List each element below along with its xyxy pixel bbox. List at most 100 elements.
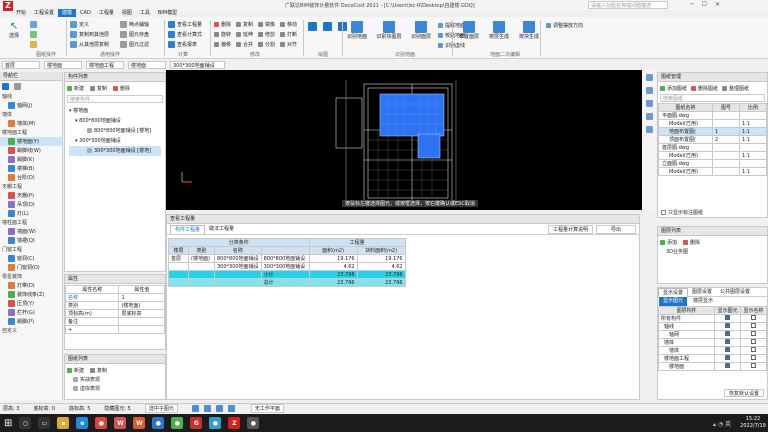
- lock-drawing-button[interactable]: [30, 40, 39, 48]
- explorer-icon[interactable]: ▪: [57, 417, 70, 429]
- show-element-checkbox[interactable]: [725, 315, 731, 320]
- table-row[interactable]: 小计 23.796 23.796: [168, 270, 406, 279]
- two-point-axis-button[interactable]: 两点辅轴: [120, 20, 149, 28]
- nav-item[interactable]: 墙裙(Q): [0, 236, 62, 245]
- floor-area-300[interactable]: [417, 133, 441, 159]
- display-row[interactable]: 所有构件: [657, 314, 767, 323]
- app-icon[interactable]: ●: [152, 417, 165, 429]
- display-row[interactable]: 轴网: [657, 330, 767, 339]
- copy-button[interactable]: 复制: [236, 20, 258, 28]
- drawing-row[interactable]: Model(已用) 1:1: [658, 167, 767, 176]
- search-input[interactable]: 请输入功能名称或问题描述: [589, 2, 651, 9]
- delete-button[interactable]: 删除: [214, 20, 236, 28]
- tree-item-300[interactable]: ▾ 300*300地面铺设: [69, 136, 161, 146]
- copy-to-layer-button[interactable]: 复制到其他层: [70, 30, 109, 38]
- recognize-floor-button[interactable]: 识别地面: [346, 21, 368, 40]
- define-button[interactable]: 定义: [70, 20, 109, 28]
- close-icon[interactable]: ✕: [715, 1, 720, 8]
- nav-item[interactable]: 灯(L): [0, 209, 62, 218]
- nav-item[interactable]: 踢脚线(W): [0, 146, 62, 155]
- display-row[interactable]: 轴线: [657, 322, 767, 331]
- nav-item[interactable]: 门窗洞(D): [0, 263, 62, 272]
- pan-icon[interactable]: [645, 100, 653, 107]
- filter-elements-button[interactable]: 图元过滤: [120, 40, 149, 48]
- nav-item[interactable]: 楼地面(Y): [0, 137, 62, 146]
- recognize-block-layer-button[interactable]: 识别块图层: [374, 21, 404, 40]
- tree-item-300-floor[interactable]: 300*300地面铺设 [楼地]: [69, 146, 161, 156]
- ortho-icon[interactable]: [227, 405, 235, 412]
- drawing-row[interactable]: 顶面布置图(2 1:1: [658, 135, 767, 144]
- nav-group-header[interactable]: 墙柱面工程: [0, 219, 62, 227]
- show-name-checkbox[interactable]: [751, 363, 757, 368]
- rotate-button[interactable]: 旋转: [214, 30, 236, 38]
- component-select[interactable]: 300*300地面铺设: [170, 60, 225, 69]
- tab-method-quantity[interactable]: 做法工程量: [205, 225, 238, 234]
- drawing-canvas[interactable]: 按鼠标左键选择图元，或按框选择，按右键确认或ESC取消: [166, 70, 642, 210]
- library-item[interactable]: 实战表现: [73, 376, 165, 385]
- library-copy-button[interactable]: 复制: [90, 366, 107, 374]
- snap-end-icon[interactable]: [215, 405, 223, 412]
- table-row[interactable]: 总计 23.796 23.796: [168, 278, 406, 287]
- subtype-select[interactable]: 楼地面: [128, 60, 166, 69]
- align-button[interactable]: 对齐: [280, 40, 302, 48]
- select-button[interactable]: ↖ 选择: [4, 21, 24, 39]
- show-element-checkbox[interactable]: [725, 363, 731, 368]
- show-name-checkbox[interactable]: [751, 323, 757, 328]
- place-surface-button[interactable]: 布置面层: [458, 21, 480, 40]
- tab-component-quantity[interactable]: 构件工程量: [170, 224, 206, 234]
- delete-component-button[interactable]: 删除: [113, 84, 130, 92]
- property-value[interactable]: [118, 325, 165, 334]
- nav-group-header[interactable]: 楼地面工程: [0, 129, 62, 137]
- move-button[interactable]: 移动: [280, 20, 302, 28]
- drawing-row[interactable]: Model(已用) 1:1: [658, 151, 767, 160]
- show-name-checkbox[interactable]: [751, 331, 757, 336]
- copy-component-button[interactable]: 复制: [90, 84, 107, 92]
- add-drawing-file-button[interactable]: 添加图纸: [660, 84, 687, 92]
- tree-item-800-floor[interactable]: 800*800地面铺设 [楼地]: [69, 126, 161, 136]
- chrome-icon[interactable]: ●: [95, 417, 108, 429]
- delete-drawing-file-button[interactable]: 删除图纸: [691, 84, 718, 92]
- library-new-button[interactable]: 新建: [67, 366, 84, 374]
- show-element-checkbox[interactable]: [725, 339, 731, 344]
- view-formula-button[interactable]: 查看计算式: [168, 30, 202, 38]
- drawing-row[interactable]: 首层图.dwg: [658, 143, 767, 152]
- nav-item[interactable]: 压顶(Y): [0, 299, 62, 308]
- restore-default-button[interactable]: 恢复默认设置: [723, 389, 764, 397]
- view-quantity-button[interactable]: 查看工程量: [168, 20, 202, 28]
- show-name-checkbox[interactable]: [751, 339, 757, 344]
- generate-by-layer-button[interactable]: 按层生成: [488, 21, 510, 40]
- table-row[interactable]: 首层 (楼地面) 800*800地面铺设 800*800地面铺设 19.176 19.17…: [168, 254, 406, 263]
- app-icon[interactable]: W: [114, 417, 127, 429]
- trim-button[interactable]: 修剪: [258, 30, 280, 38]
- generate-by-block-button[interactable]: 按块生成: [518, 21, 540, 40]
- windows-start-icon[interactable]: ⊞: [4, 418, 12, 429]
- tab-layer-settings[interactable]: 图层设置: [688, 288, 716, 297]
- component-search-input[interactable]: 搜索构件...: [67, 95, 163, 103]
- tree-item-800[interactable]: ▾ 800*800地面铺设: [69, 116, 161, 126]
- add-layer-button[interactable]: 添加: [660, 238, 677, 246]
- nav-item[interactable]: 装饰线条(Z): [0, 290, 62, 299]
- nav-item[interactable]: 墙体(M): [0, 119, 62, 128]
- display-row[interactable]: 墙体: [657, 338, 767, 347]
- delete-layer-button[interactable]: 删除: [683, 238, 700, 246]
- save-elements-button[interactable]: 图元存盘: [120, 30, 149, 38]
- nav-group-header[interactable]: 轴线: [0, 93, 62, 101]
- library-item[interactable]: 虚拟表现: [73, 385, 165, 394]
- drawing-search-input[interactable]: 搜索图纸: [660, 94, 765, 102]
- nav-item[interactable]: 台阶(D): [0, 173, 62, 182]
- merge-button[interactable]: 合并: [236, 40, 258, 48]
- list-icon[interactable]: [2, 83, 9, 90]
- drawing-row[interactable]: 平面图.dwg: [658, 111, 767, 120]
- grid-icon[interactable]: [14, 83, 21, 90]
- zoom-icon[interactable]: [645, 87, 653, 94]
- tree-item-floor[interactable]: ▾ 楼地面: [69, 106, 161, 116]
- calc-explain-button[interactable]: 工程量计算说明: [547, 224, 593, 234]
- nav-item[interactable]: 楼梯(B): [0, 164, 62, 173]
- show-name-checkbox[interactable]: [751, 355, 757, 360]
- maximize-icon[interactable]: ☐: [702, 1, 707, 8]
- task-view-icon[interactable]: ▭: [38, 417, 51, 429]
- show-element-checkbox[interactable]: [725, 323, 731, 328]
- adjust-direction-button[interactable]: 调整摆放方向: [546, 21, 583, 29]
- property-row[interactable]: 名称 1: [64, 293, 165, 302]
- nav-item[interactable]: 墙面(W): [0, 227, 62, 236]
